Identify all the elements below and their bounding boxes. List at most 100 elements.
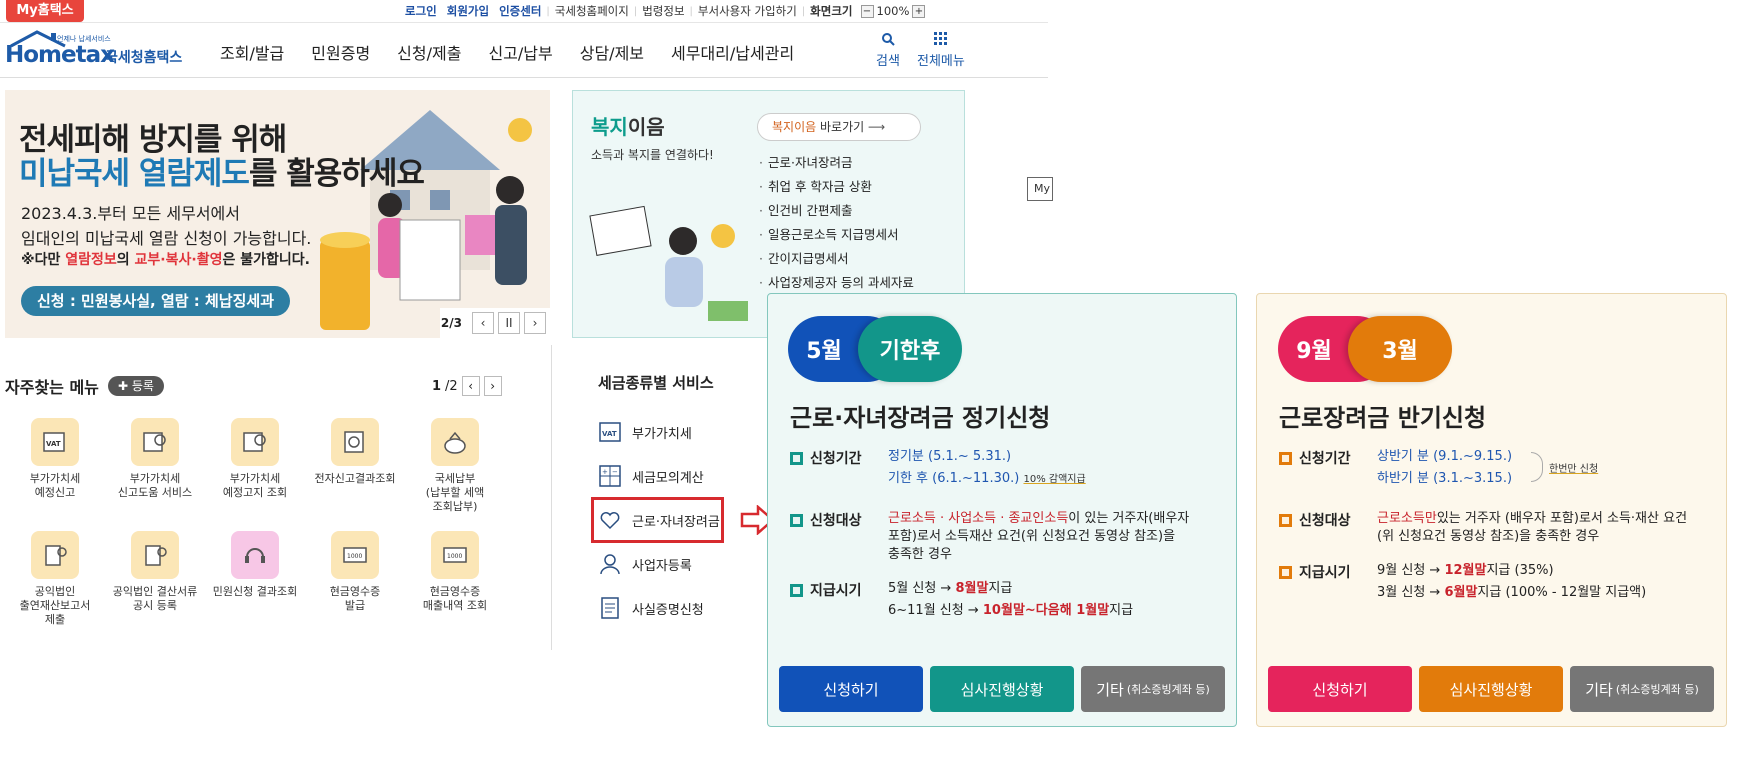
welfare-item[interactable]: 취업 후 학자금 상환 bbox=[759, 175, 914, 199]
fav-item-charity-report[interactable]: 공익법인 출연재산보고서 제출 bbox=[5, 531, 105, 627]
review-status-button[interactable]: 심사진행상황 bbox=[1419, 666, 1563, 712]
pill-after-deadline: 기한후 bbox=[858, 316, 962, 382]
card-title: 근로·자녀장려금 정기신청 bbox=[790, 404, 1051, 432]
cash-receipt-icon: 1000 bbox=[331, 531, 379, 579]
won-magnifier-icon bbox=[231, 418, 279, 466]
nav-item-report-pay[interactable]: 신고/납부 bbox=[488, 40, 552, 64]
payment-value: 9월 신청 → 12월말지급 (35%) 3월 신청 → 6월말지급 (100%… bbox=[1377, 563, 1647, 600]
period-label: 신청기간 bbox=[1279, 448, 1351, 468]
period-value: 상반기 분 (9.1.~9.15.) 하반기 분 (3.1.~3.15.) bbox=[1377, 449, 1513, 486]
nav-item-inquiry[interactable]: 조회/발급 bbox=[220, 40, 284, 64]
calculator-icon: + − bbox=[599, 465, 621, 487]
hometax-logo[interactable]: 언제나 납세서비스 Hometax 국세청홈택스 bbox=[5, 28, 185, 72]
etc-button[interactable]: 기타 (취소증빙계좌 등) bbox=[1081, 666, 1225, 712]
headset-icon bbox=[231, 531, 279, 579]
nav-item-apply[interactable]: 신청/제출 bbox=[397, 40, 461, 64]
welfare-item[interactable]: 인건비 간편제출 bbox=[759, 199, 914, 223]
payment-label: 지급시기 bbox=[790, 580, 862, 600]
banner-desc-2: 임대인의 미납국세 열람 신청이 가능합니다. bbox=[21, 229, 312, 248]
fav-label: 공익법인 결산서류 공시 등록 bbox=[112, 585, 198, 612]
brace-icon bbox=[1531, 452, 1543, 482]
all-menu-label: 전체메뉴 bbox=[917, 54, 965, 69]
fav-item-charity-disclosure[interactable]: 공익법인 결산서류 공시 등록 bbox=[105, 531, 205, 613]
banner-next-button[interactable]: › bbox=[524, 312, 546, 334]
divider bbox=[0, 77, 1048, 78]
svg-text:VAT: VAT bbox=[602, 430, 617, 438]
welfare-item[interactable]: 간이지급명세서 bbox=[759, 247, 914, 271]
welfare-item[interactable]: 사업장제공자 등의 과세자료 bbox=[759, 271, 914, 295]
nts-homepage-link[interactable]: 국세청홈페이지 bbox=[550, 3, 634, 19]
fav-label: 국세납부 (납부할 세액 조회납부) bbox=[425, 472, 485, 513]
welfare-title: 복지이음 bbox=[591, 115, 665, 139]
square-bullet-icon bbox=[1279, 565, 1292, 579]
fav-item-e-filing-result[interactable]: 전자신고결과조회 bbox=[305, 418, 405, 486]
arrow-right-icon: ⟶ bbox=[867, 120, 886, 134]
fav-item-vat-notice[interactable]: 부가가치세 예정고지 조회 bbox=[205, 418, 305, 500]
tax-service-title: 세금종류별 서비스 bbox=[598, 374, 714, 392]
svg-text:1000: 1000 bbox=[347, 553, 362, 560]
banner-pause-button[interactable]: II bbox=[498, 312, 520, 334]
favorites-title: 자주찾는 메뉴 bbox=[5, 378, 99, 397]
fav-item-vat-prelim[interactable]: VAT 부가가치세 예정신고 bbox=[5, 418, 105, 500]
search-button[interactable]: 검색 bbox=[876, 32, 900, 69]
card-title: 근로장려금 반기신청 bbox=[1279, 404, 1487, 432]
fav-label: 현금영수증 발급 bbox=[329, 585, 381, 612]
svg-text:−: − bbox=[612, 468, 618, 476]
fav-item-tax-payment[interactable]: 국세납부 (납부할 세액 조회납부) bbox=[405, 418, 505, 514]
favorites-next-button[interactable]: › bbox=[483, 376, 502, 396]
etc-button[interactable]: 기타 (취소증빙계좌 등) bbox=[1570, 666, 1714, 712]
document-icon bbox=[601, 597, 619, 619]
my-hometax-tab[interactable]: My홈택스 bbox=[6, 0, 84, 22]
target-label: 신청대상 bbox=[790, 510, 862, 530]
my-hometax-mini[interactable]: My bbox=[1027, 177, 1053, 201]
welfare-go-button[interactable]: 복지이음 바로가기 ⟶ bbox=[757, 113, 921, 141]
signup-link[interactable]: 회원가입 bbox=[442, 3, 494, 19]
target-value: 근로소득만있는 거주자 (배우자 포함)로서 소득·재산 요건 (위 신청요건 … bbox=[1377, 511, 1688, 544]
welfare-list: 근로·자녀장려금 취업 후 학자금 상환 인건비 간편제출 일용근로소득 지급명… bbox=[759, 151, 914, 295]
nav-item-certificates[interactable]: 민원증명 bbox=[311, 40, 370, 64]
person-icon bbox=[600, 554, 620, 575]
fav-label: 현금영수증 매출내역 조회 bbox=[422, 585, 488, 612]
nav-item-consult[interactable]: 상담/제보 bbox=[580, 40, 644, 64]
apply-button[interactable]: 신청하기 bbox=[1268, 666, 1412, 712]
favorites-prev-button[interactable]: ‹ bbox=[461, 376, 480, 396]
card-regular-application: 5월 기한후 근로·자녀장려금 정기신청 신청기간 정기분 (5.1.~ 5.3… bbox=[767, 293, 1237, 727]
main-banner[interactable]: 전세피해 방지를 위해 미납국세 열람제도를 활용하세요 2023.4.3.부터… bbox=[5, 90, 550, 338]
fav-item-cash-receipt-issue[interactable]: 1000 현금영수증 발급 bbox=[305, 531, 405, 613]
logo-subtitle: 국세청홈택스 bbox=[105, 50, 183, 66]
svg-text:+: + bbox=[602, 468, 608, 476]
building-icon bbox=[31, 531, 79, 579]
cert-center-link[interactable]: 인증센터 bbox=[494, 3, 546, 19]
favorites-register-button[interactable]: ✚ 등록 bbox=[108, 376, 164, 396]
zoom-out-button[interactable]: − bbox=[860, 4, 874, 18]
welfare-item[interactable]: 근로·자녀장려금 bbox=[759, 151, 914, 175]
top-links: 로그인 회원가입 인증센터 | 국세청홈페이지 | 법령정보 | 부서사용자 가… bbox=[400, 2, 928, 20]
period-value: 정기분 (5.1.~ 5.31.) 기한 후 (6.1.~11.30.) 10%… bbox=[888, 449, 1086, 486]
login-link[interactable]: 로그인 bbox=[400, 3, 442, 19]
tax-item-simulation[interactable]: + − 세금모의계산 bbox=[598, 464, 704, 488]
banner-headline-2: 미납국세 열람제도를 활용하세요 bbox=[19, 156, 425, 192]
dept-user-signup-link[interactable]: 부서사용자 가입하기 bbox=[693, 3, 802, 19]
fav-item-petition-result[interactable]: 민원신청 결과조회 bbox=[205, 531, 305, 599]
apply-button[interactable]: 신청하기 bbox=[779, 666, 923, 712]
welfare-item[interactable]: 일용근로소득 지급명세서 bbox=[759, 223, 914, 247]
logo-wordmark: Hometax bbox=[5, 42, 115, 68]
all-menu-button[interactable]: 전체메뉴 bbox=[917, 32, 965, 69]
zoom-in-button[interactable]: + bbox=[912, 4, 926, 18]
main-nav: 조회/발급 민원증명 신청/제출 신고/납부 상담/제보 세무대리/납세관리 bbox=[220, 40, 821, 64]
svg-text:1000: 1000 bbox=[447, 553, 462, 560]
banner-pill: 신청 : 민원봉사실, 열람 : 체납징세과 bbox=[21, 286, 291, 316]
divider bbox=[0, 22, 1048, 23]
cash-receipt-icon: 1000 bbox=[431, 531, 479, 579]
banner-prev-button[interactable]: ‹ bbox=[472, 312, 494, 334]
nav-item-tax-agent[interactable]: 세무대리/납세관리 bbox=[671, 40, 794, 64]
law-info-link[interactable]: 법령정보 bbox=[637, 3, 689, 19]
fav-item-vat-help[interactable]: 부가가치세 신고도움 서비스 bbox=[105, 418, 205, 500]
fav-item-cash-receipt-sales[interactable]: 1000 현금영수증 매출내역 조회 bbox=[405, 531, 505, 613]
tax-item-fact-certificate[interactable]: 사실증명신청 bbox=[598, 596, 704, 620]
period-pill: 5월 기한후 bbox=[788, 316, 962, 382]
tax-item-vat[interactable]: VAT 부가가치세 bbox=[598, 420, 692, 444]
card-semiannual-application: 9월 3월 근로장려금 반기신청 신청기간 상반기 분 (9.1.~9.15.)… bbox=[1256, 293, 1727, 727]
tax-item-business-registration[interactable]: 사업자등록 bbox=[598, 552, 692, 576]
review-status-button[interactable]: 심사진행상황 bbox=[930, 666, 1074, 712]
